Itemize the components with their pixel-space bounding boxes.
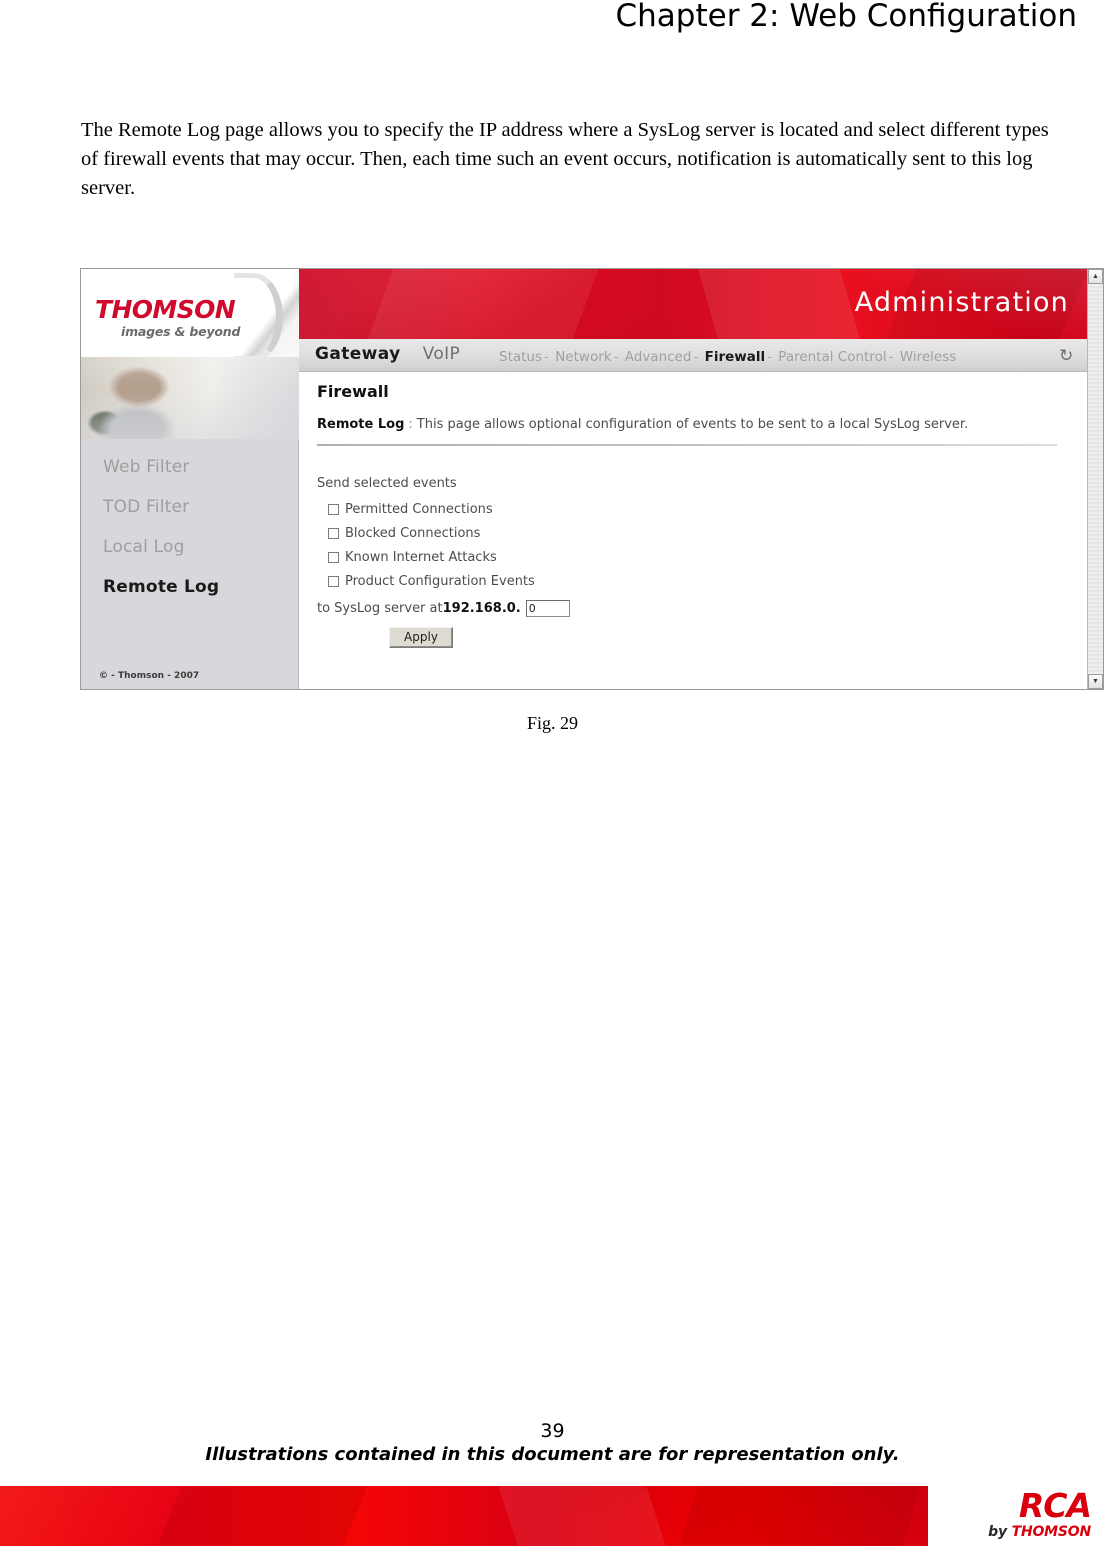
rca-byline-by: by [988, 1524, 1012, 1540]
tab-status[interactable]: Status [499, 349, 542, 365]
sidebar-item-web-filter[interactable]: Web Filter [81, 447, 299, 487]
tab-voip[interactable]: VoIP [423, 344, 461, 364]
checkbox-label-product-configuration-events: Product Configuration Events [345, 573, 535, 589]
tab-gateway[interactable]: Gateway [315, 344, 401, 364]
checkbox-label-known-internet-attacks: Known Internet Attacks [345, 549, 497, 565]
secondary-tabs: Status - Network - Advanced - Firewall - Par… [499, 349, 956, 365]
sidebar: THOMSON images & beyond Web Filter TOD F… [81, 269, 299, 689]
sidebar-item-tod-filter[interactable]: TOD Filter [81, 487, 299, 527]
nav-separator: - [613, 349, 619, 365]
page-title: Chapter 2: Web Configuration [615, 0, 1078, 34]
syslog-server-prefix-text: to SysLog server at [317, 600, 443, 616]
sidebar-item-remote-log[interactable]: Remote Log [81, 567, 299, 607]
tab-advanced[interactable]: Advanced [625, 349, 692, 365]
checkbox-blocked-connections[interactable] [328, 527, 339, 539]
content-divider [317, 444, 1057, 446]
primary-tabs: Gateway VoIP [315, 344, 460, 364]
content-subheading-description: This page allows optional configuration … [416, 417, 969, 432]
main-column: Administration Gateway VoIP Status - Netwo… [299, 269, 1087, 689]
nav-separator: - [888, 349, 894, 365]
thomson-logo-wordmark: THOMSON [95, 295, 236, 324]
tab-network[interactable]: Network [555, 349, 611, 365]
checkbox-product-configuration-events[interactable] [328, 575, 339, 587]
scrollbar-track[interactable] [1088, 284, 1103, 674]
figure-caption: Fig. 29 [526, 713, 578, 733]
footer-red-bar [0, 1486, 928, 1546]
red-banner: Administration [299, 269, 1087, 339]
sidebar-copyright: © - Thomson - 2007 [99, 671, 200, 681]
router-web-ui: THOMSON images & beyond Web Filter TOD F… [81, 269, 1103, 689]
sidebar-item-local-log[interactable]: Local Log [81, 527, 299, 567]
banner-title: Administration [854, 287, 1069, 318]
rca-byline-brand: THOMSON [1011, 1524, 1092, 1540]
content-pane: Firewall Remote Log: This page allows opt… [299, 372, 1087, 689]
content-subheading-label: Remote Log [317, 417, 405, 432]
vertical-scrollbar[interactable]: ▲ ▼ [1087, 269, 1103, 689]
nav-separator: - [767, 349, 772, 365]
form-legend: Send selected events [317, 476, 457, 491]
checkbox-label-blocked-connections: Blocked Connections [345, 525, 481, 541]
tab-parental-control[interactable]: Parental Control [778, 349, 886, 365]
syslog-server-row: to SysLog server at 192.168.0. [317, 595, 570, 621]
rca-byline: by THOMSON [931, 1523, 1091, 1541]
thomson-logo-tagline: images & beyond [121, 324, 241, 339]
sidebar-photo [81, 357, 299, 439]
content-subheading: Remote Log: This page allows optional con… [317, 417, 968, 432]
checkbox-row-product-configuration-events[interactable]: Product Configuration Events [317, 569, 570, 593]
tab-wireless[interactable]: Wireless [900, 349, 957, 365]
sidebar-photo-overlay [81, 357, 299, 439]
apply-button[interactable]: Apply [389, 627, 453, 648]
footer-facet-c [671, 1486, 925, 1546]
syslog-server-ip-prefix: 192.168.0. [442, 600, 521, 616]
checkbox-row-blocked-connections[interactable]: Blocked Connections [317, 521, 570, 545]
footer-note: Illustrations contained in this document… [205, 1444, 900, 1465]
page-number: 39 [540, 1420, 565, 1442]
nav-separator: - [693, 349, 699, 365]
scroll-up-arrow-icon[interactable]: ▲ [1088, 269, 1103, 284]
thomson-logo: THOMSON images & beyond [81, 269, 299, 357]
scroll-down-arrow-icon[interactable]: ▼ [1088, 674, 1103, 689]
footer-facet-a [145, 1486, 375, 1546]
banner-facet-a [354, 269, 606, 339]
page-header: Chapter 2: Web Configuration [0, 0, 1105, 48]
tab-firewall[interactable]: Firewall [705, 349, 766, 365]
refresh-icon[interactable]: ↺ [1059, 346, 1073, 366]
checkbox-row-permitted-connections[interactable]: Permitted Connections [317, 497, 570, 521]
nav-separator: - [544, 349, 549, 365]
banner-facet-b [689, 269, 870, 339]
content-heading: Firewall [317, 382, 389, 401]
checkbox-label-permitted-connections: Permitted Connections [345, 501, 493, 517]
footer-facet-b [492, 1486, 677, 1546]
apply-button-wrap: Apply [317, 627, 570, 648]
checkbox-known-internet-attacks[interactable] [328, 551, 339, 563]
checkbox-permitted-connections[interactable] [328, 503, 339, 515]
sidebar-menu: Web Filter TOD Filter Local Log Remote L… [81, 447, 299, 607]
checkbox-row-known-internet-attacks[interactable]: Known Internet Attacks [317, 545, 570, 569]
navigation-bar: Gateway VoIP Status - Network - Advanced - F… [299, 339, 1087, 372]
body-paragraph: The Remote Log page allows you to specif… [81, 119, 1049, 199]
rca-wordmark: RCA [1018, 1486, 1092, 1525]
remote-log-form: Send selected events Permitted Connectio… [317, 476, 570, 648]
embedded-screenshot-figure: THOMSON images & beyond Web Filter TOD F… [80, 268, 1104, 690]
syslog-last-octet-input[interactable] [525, 599, 570, 617]
rca-logo: RCA by THOMSON [931, 1486, 1092, 1545]
content-subheading-colon: : [408, 417, 413, 432]
